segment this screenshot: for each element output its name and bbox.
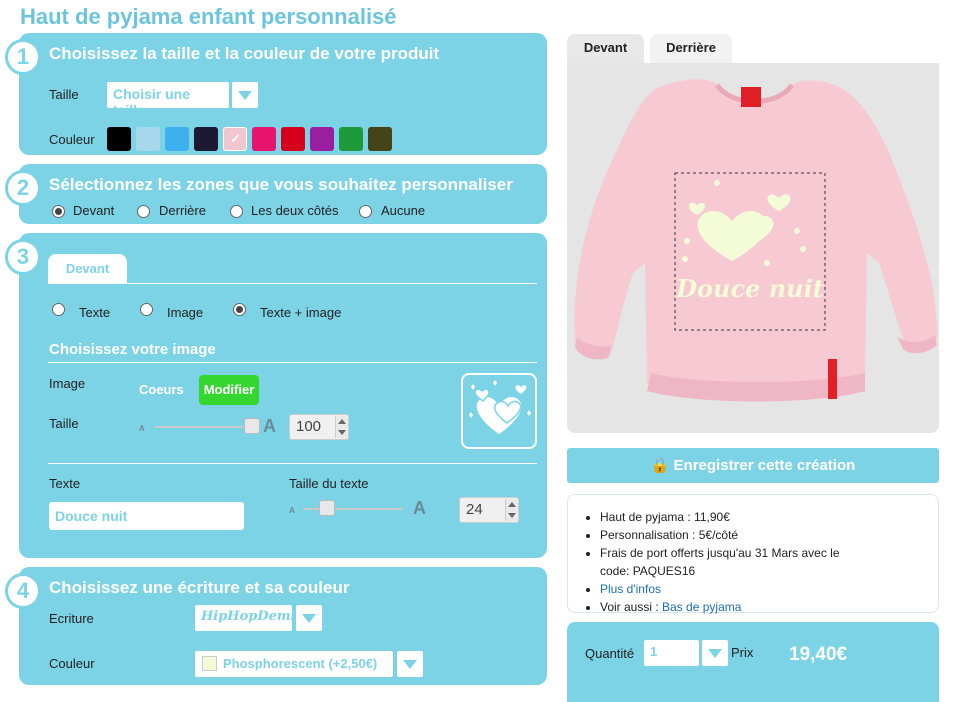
step4-title: Choisissez une écriture et sa couleur xyxy=(49,578,350,597)
print-text: Douce nuit xyxy=(675,274,824,303)
step2-number: 2 xyxy=(5,170,41,206)
lock-icon: 🔒 xyxy=(650,457,670,474)
shirt-side-label xyxy=(828,359,837,399)
zone-label-derriere: Derrière xyxy=(159,203,206,218)
image-label: Image xyxy=(49,376,86,391)
image-size-slider-track[interactable] xyxy=(155,426,255,428)
color-swatch[interactable] xyxy=(107,127,131,151)
info-item: Frais de port offerts jusqu'au 31 Mars a… xyxy=(600,544,870,580)
info-item-see-also: Voir aussi : Bas de pyjama xyxy=(600,598,938,616)
page-title: Haut de pyjama enfant personnalisé xyxy=(20,4,397,29)
step2-title: Sélectionnez les zones que vous souhaite… xyxy=(49,175,513,194)
image-size-spin-arrows[interactable] xyxy=(335,416,347,438)
step3-tab-line xyxy=(48,283,537,284)
color-swatch[interactable] xyxy=(136,127,160,151)
step4-number: 4 xyxy=(5,573,41,609)
size-select[interactable]: Choisir une taille xyxy=(107,82,229,118)
quantity-label: Quantité xyxy=(585,646,635,661)
font-color-select-arrow[interactable] xyxy=(397,651,423,677)
size-select-arrow[interactable] xyxy=(232,82,258,108)
color-swatch[interactable]: ✓ xyxy=(223,127,247,151)
mode-radio-text-image[interactable] xyxy=(233,303,246,316)
color-swatch[interactable] xyxy=(252,127,276,151)
info-box: Haut de pyjama : 11,90€ Personnalisation… xyxy=(567,494,939,616)
image-size-input[interactable]: 100 xyxy=(289,414,349,440)
font-color-value: Phosphorescent (+2,50€) xyxy=(223,656,378,671)
color-swatch[interactable] xyxy=(368,127,392,151)
save-creation-button[interactable]: 🔒 Enregistrer cette création xyxy=(567,448,939,483)
zone-radio-none[interactable] xyxy=(359,205,372,218)
step1-title: Choisissez la taille et la couleur de vo… xyxy=(49,44,440,63)
see-also-prefix: Voir aussi : xyxy=(600,600,663,614)
mode-radio-text[interactable] xyxy=(52,303,65,316)
zone-label-none: Aucune xyxy=(381,203,426,218)
text-size-big-a: A xyxy=(413,498,426,518)
step3-number: 3 xyxy=(5,239,41,275)
color-swatch[interactable] xyxy=(310,127,334,151)
color-swatch[interactable] xyxy=(281,127,305,151)
text-label: Texte xyxy=(49,476,81,491)
text-section-line xyxy=(48,463,537,464)
text-input[interactable]: Douce nuit xyxy=(49,502,244,530)
font-select[interactable]: HipHopDemi xyxy=(195,605,296,631)
save-creation-label: Enregistrer cette création xyxy=(673,457,856,474)
quantity-select-arrow[interactable] xyxy=(702,640,728,666)
text-size-slider-knob[interactable] xyxy=(319,500,335,516)
info-item: Personnalisation : 5€/côté xyxy=(600,526,938,544)
preview-tab-devant[interactable]: Devant xyxy=(567,34,644,64)
color-swatch[interactable] xyxy=(194,127,218,151)
hearts-thumb-icon xyxy=(469,380,531,436)
font-color-label: Couleur xyxy=(49,656,95,671)
text-size-slider-track[interactable] xyxy=(303,508,403,510)
font-color-swatch xyxy=(202,656,217,671)
size-label: Taille xyxy=(49,87,79,102)
zone-radio-derriere[interactable] xyxy=(137,205,150,218)
image-size-small-a: A xyxy=(139,424,145,433)
mode-label-image: Image xyxy=(167,305,204,320)
info-item: Haut de pyjama : 11,90€ xyxy=(600,508,938,526)
font-select-arrow[interactable] xyxy=(296,605,322,631)
info-item-more: Plus d'infos xyxy=(600,580,938,598)
modify-image-button[interactable]: Modifier xyxy=(199,375,259,405)
text-size-spin-arrows[interactable] xyxy=(505,499,517,521)
image-preview-thumb xyxy=(461,373,537,449)
order-panel xyxy=(567,622,939,702)
color-swatch[interactable] xyxy=(165,127,189,151)
step1-number: 1 xyxy=(5,39,41,75)
mode-label-text: Texte xyxy=(79,305,111,320)
price-label: Prix xyxy=(731,645,754,660)
zone-label-both: Les deux côtés xyxy=(251,203,339,218)
mode-radio-image[interactable] xyxy=(140,303,153,316)
color-label: Couleur xyxy=(49,132,95,147)
mode-label-text-image: Texte + image xyxy=(260,305,342,320)
image-heading: Choisissez votre image xyxy=(49,341,216,358)
pyjama-top-image: Douce nuit xyxy=(574,79,937,402)
zone-radio-both[interactable] xyxy=(230,205,243,218)
shirt-neck-label xyxy=(741,87,761,107)
image-name: Coeurs xyxy=(139,382,184,397)
preview-area: Douce nuit xyxy=(567,63,939,433)
tab-devant-step3[interactable]: Devant xyxy=(48,254,127,284)
image-size-value: 100 xyxy=(296,418,322,435)
more-info-link[interactable]: Plus d'infos xyxy=(600,582,661,596)
font-color-select[interactable]: Phosphorescent (+2,50€) xyxy=(195,651,393,677)
color-swatch[interactable] xyxy=(339,127,363,151)
zone-label-devant: Devant xyxy=(73,203,115,218)
see-also-link[interactable]: Bas de pyjama xyxy=(662,600,741,614)
text-size-label: Taille du texte xyxy=(289,476,369,491)
image-size-label: Taille xyxy=(49,416,79,431)
quantity-select[interactable]: 1 xyxy=(644,640,699,666)
image-heading-line xyxy=(48,362,537,363)
check-icon: ✓ xyxy=(230,131,241,146)
text-size-input[interactable]: 24 xyxy=(459,497,519,523)
font-label: Ecriture xyxy=(49,611,94,626)
text-size-value: 24 xyxy=(466,501,483,518)
price-value: 19,40€ xyxy=(789,644,848,665)
zone-radio-devant[interactable] xyxy=(52,205,65,218)
image-size-big-a: A xyxy=(263,416,276,436)
image-size-slider-knob[interactable] xyxy=(244,418,260,434)
preview-tab-derriere[interactable]: Derrière xyxy=(650,34,732,64)
text-size-small-a: A xyxy=(289,506,295,515)
